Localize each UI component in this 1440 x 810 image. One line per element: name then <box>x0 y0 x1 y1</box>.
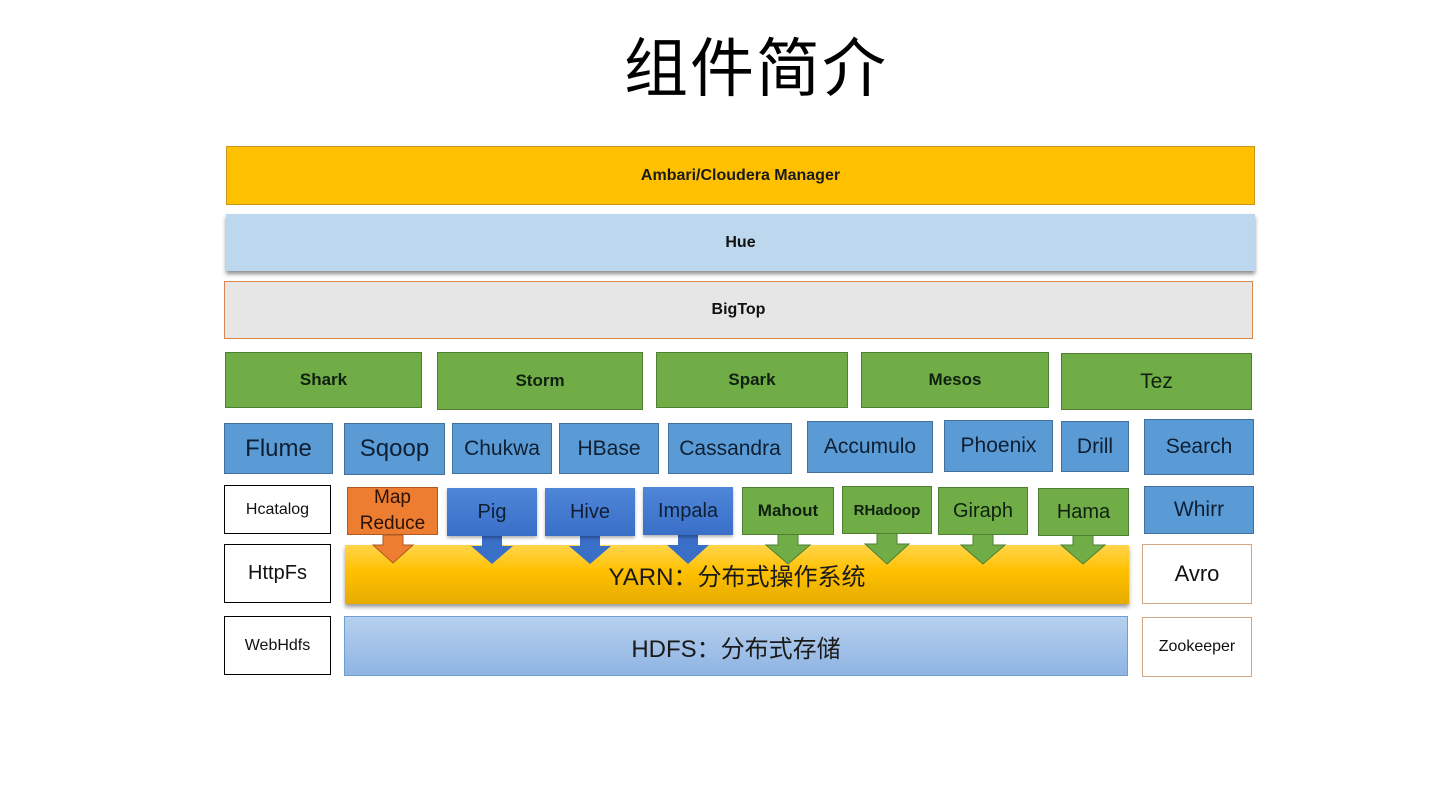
right-avro: Avro <box>1142 544 1252 604</box>
service-drill: Drill <box>1061 421 1129 472</box>
mahout-label: Mahout <box>742 487 834 535</box>
callout-hive: Hive <box>545 488 635 564</box>
mapreduce-label: Map Reduce <box>347 487 438 535</box>
callout-mahout: Mahout <box>742 487 834 565</box>
rhadoop-label: RHadoop <box>842 486 932 534</box>
callout-mapreduce: Map Reduce <box>347 487 438 564</box>
callout-pig: Pig <box>447 488 537 564</box>
hama-label: Hama <box>1038 488 1129 536</box>
giraph-label: Giraph <box>938 487 1028 535</box>
callout-hama: Hama <box>1038 488 1129 565</box>
service-sqoop: Sqoop <box>344 423 445 475</box>
right-whirr: Whirr <box>1144 486 1254 534</box>
left-httpfs: HttpFs <box>224 544 331 603</box>
service-accumulo: Accumulo <box>807 421 933 473</box>
service-hbase: HBase <box>559 423 659 474</box>
service-chukwa: Chukwa <box>452 423 552 474</box>
callout-impala: Impala <box>643 487 733 564</box>
slide-title: 组件简介 <box>624 33 888 107</box>
packaging-layer: BigTop <box>224 281 1253 339</box>
engine-storm: Storm <box>437 352 643 410</box>
hdfs-label: HDFS：分布式存储 <box>631 635 841 663</box>
engine-shark: Shark <box>225 352 422 408</box>
ui-layer: Hue <box>226 214 1255 271</box>
impala-label: Impala <box>643 487 733 535</box>
service-phoenix: Phoenix <box>944 420 1053 472</box>
callout-rhadoop: RHadoop <box>842 486 932 565</box>
service-cassandra: Cassandra <box>668 423 792 474</box>
hdfs-layer: HDFS：分布式存储 <box>344 616 1128 676</box>
pig-label: Pig <box>447 488 537 536</box>
engine-mesos: Mesos <box>861 352 1049 408</box>
left-hcatalog: Hcatalog <box>224 485 331 534</box>
engine-tez: Tez <box>1061 353 1252 410</box>
hive-label: Hive <box>545 488 635 536</box>
management-layer: Ambari/Cloudera Manager <box>226 146 1255 205</box>
right-zookeeper: Zookeeper <box>1142 617 1252 677</box>
left-webhdfs: WebHdfs <box>224 616 331 675</box>
service-search: Search <box>1144 419 1254 475</box>
service-flume: Flume <box>224 423 333 474</box>
callout-giraph: Giraph <box>938 487 1028 565</box>
engine-spark: Spark <box>656 352 848 408</box>
